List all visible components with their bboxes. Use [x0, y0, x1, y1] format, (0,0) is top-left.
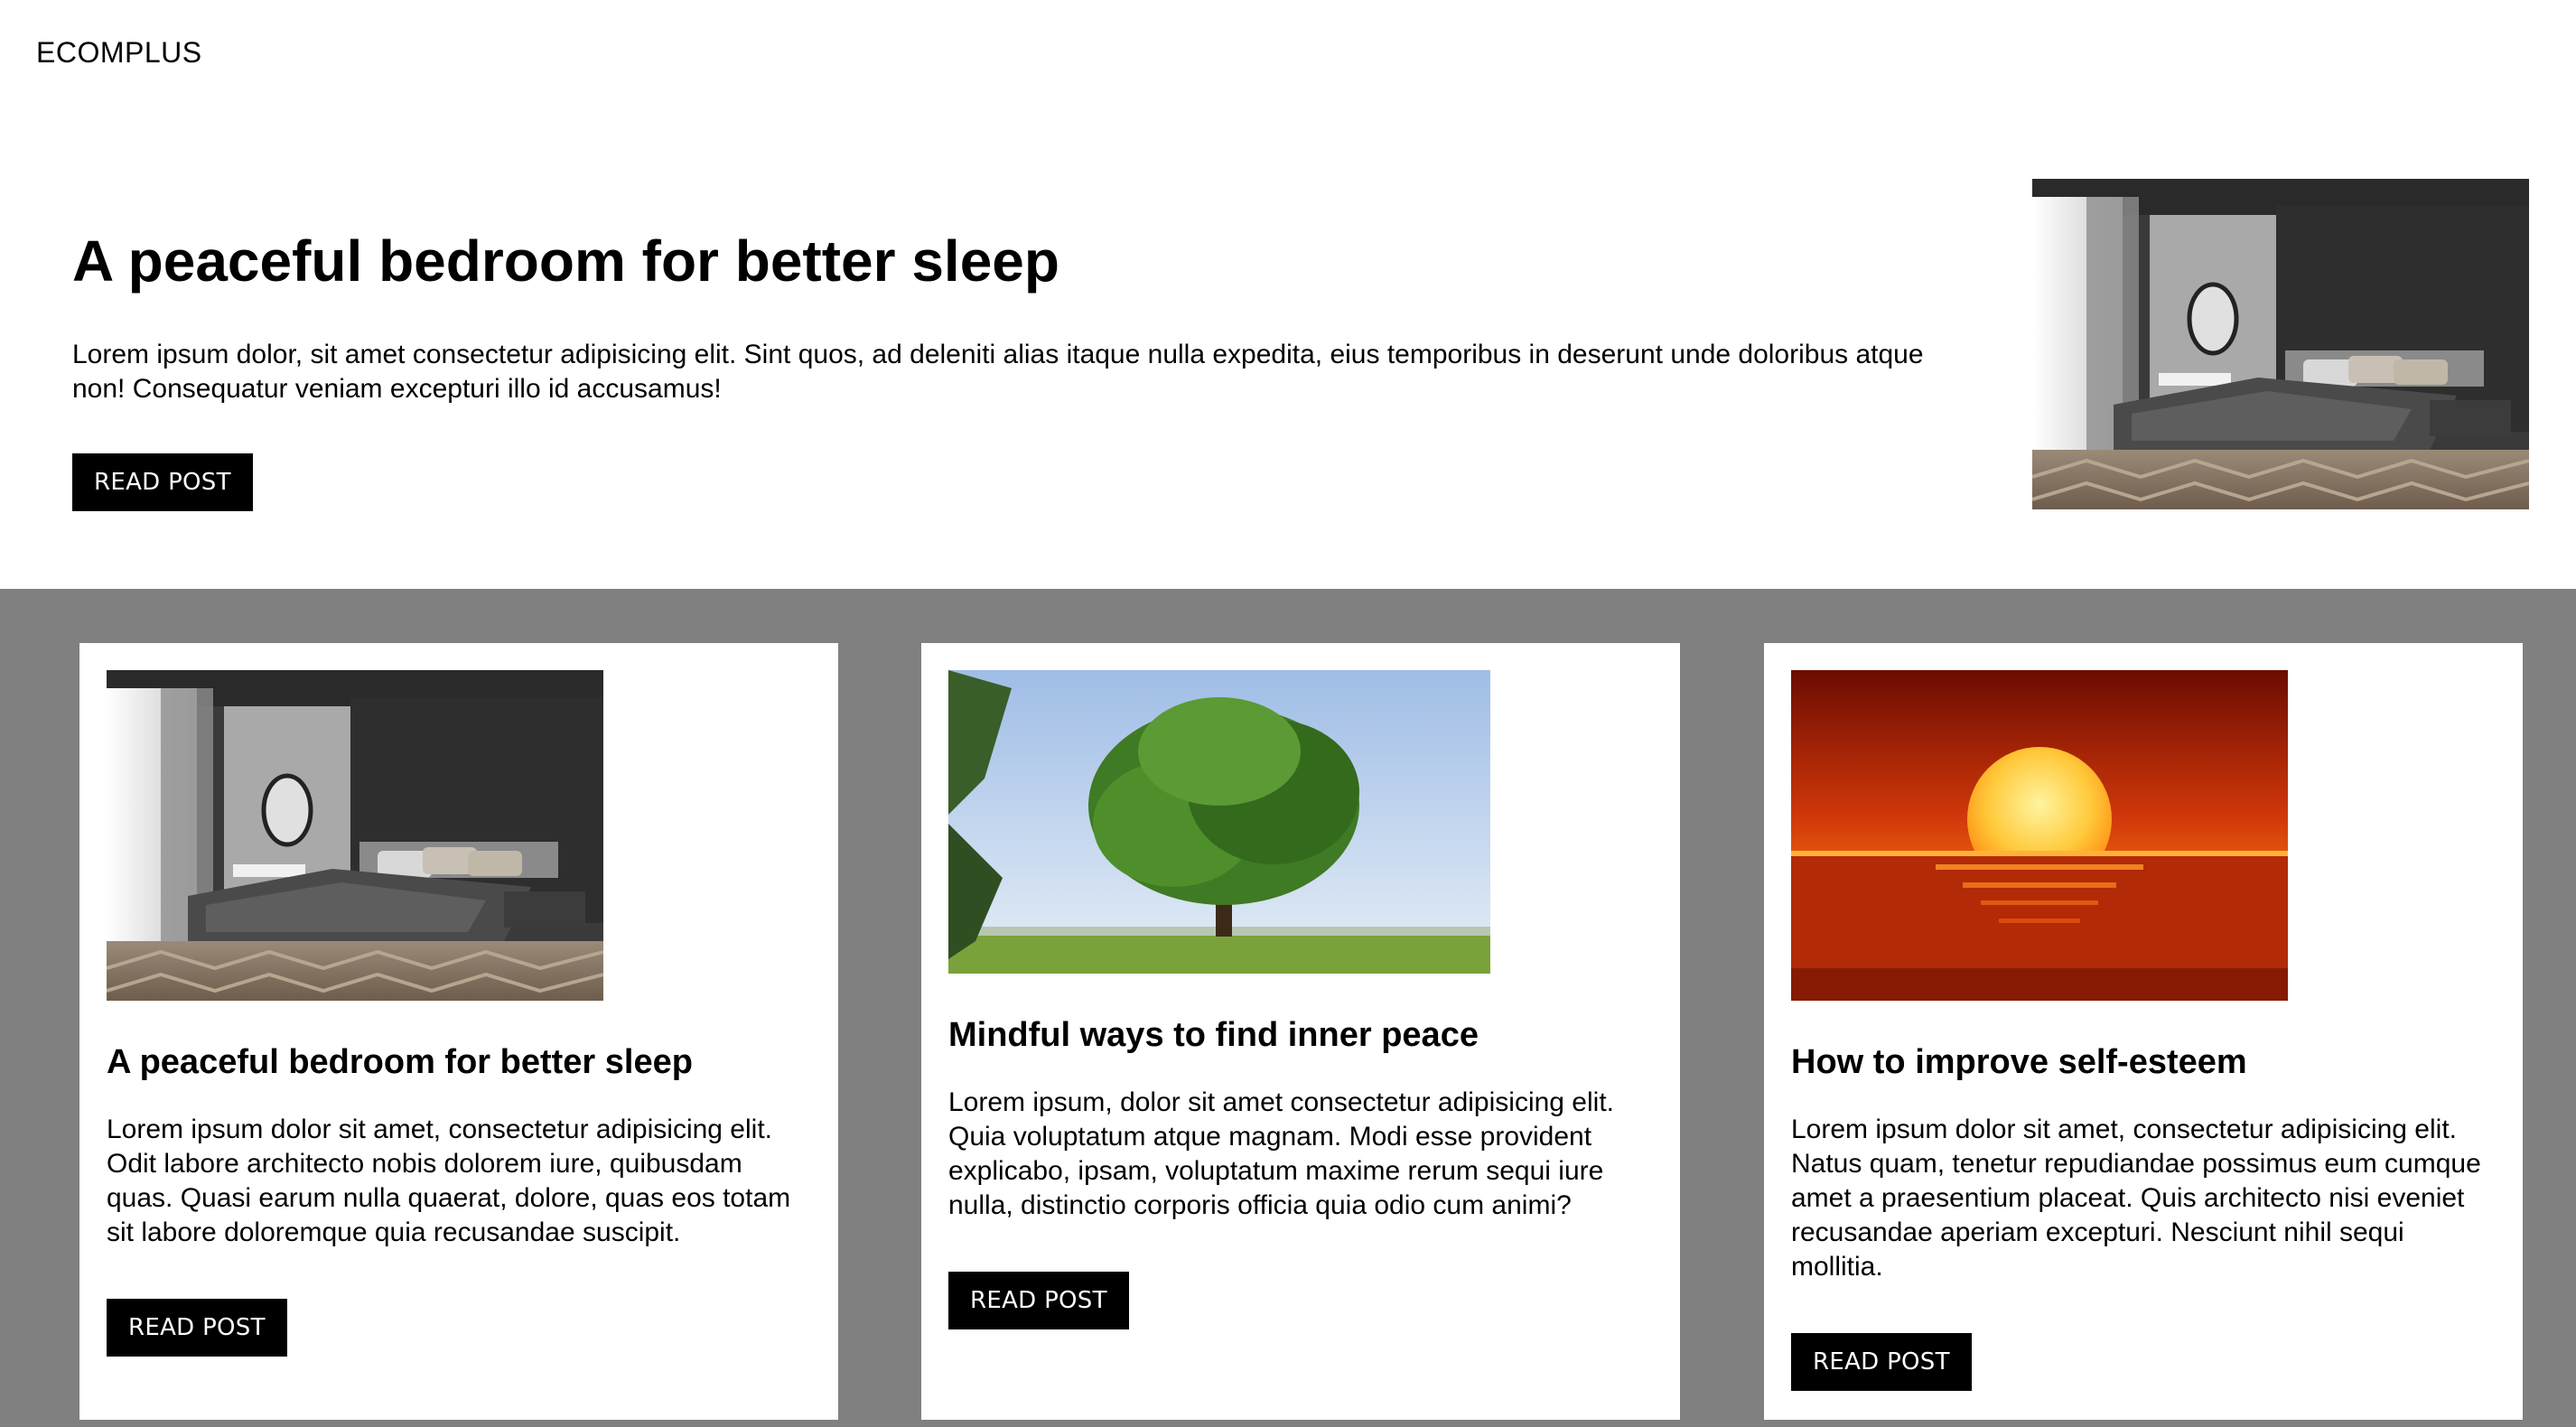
hero-excerpt: Lorem ipsum dolor, sit amet consectetur …: [72, 340, 1924, 404]
post-card: How to improve self-esteem Lorem ipsum d…: [1764, 643, 2523, 1420]
read-post-button[interactable]: READ POST: [948, 1272, 1129, 1329]
read-post-button[interactable]: READ POST: [1791, 1333, 1972, 1391]
post-excerpt: Lorem ipsum dolor sit amet, consectetur …: [107, 1115, 791, 1247]
hero-title: A peaceful bedroom for better sleep: [72, 229, 1059, 294]
post-title: How to improve self-esteem: [1791, 1043, 2247, 1081]
post-excerpt: Lorem ipsum dolor sit amet, consectetur …: [1791, 1115, 2481, 1282]
post-title: Mindful ways to find inner peace: [948, 1016, 1479, 1054]
post-card: Mindful ways to find inner peace Lorem i…: [921, 643, 1680, 1420]
post-title: A peaceful bedroom for better sleep: [107, 1043, 693, 1081]
posts-grid: A peaceful bedroom for better sleep Lore…: [0, 589, 2576, 1427]
post-excerpt: Lorem ipsum, dolor sit amet consectetur …: [948, 1087, 1614, 1220]
post-image-sunset: [1791, 670, 2496, 1001]
post-card: A peaceful bedroom for better sleep Lore…: [79, 643, 838, 1420]
read-post-button[interactable]: READ POST: [107, 1299, 287, 1357]
hero-text: A peaceful bedroom for better sleep Lore…: [72, 224, 1978, 511]
hero-image-bedroom: [2032, 179, 2529, 509]
post-image-bedroom: [107, 670, 811, 1001]
hero-section: A peaceful bedroom for better sleep Lore…: [0, 0, 2576, 589]
post-image-tree: [948, 670, 1653, 974]
hero-read-post-button[interactable]: READ POST: [72, 453, 253, 511]
